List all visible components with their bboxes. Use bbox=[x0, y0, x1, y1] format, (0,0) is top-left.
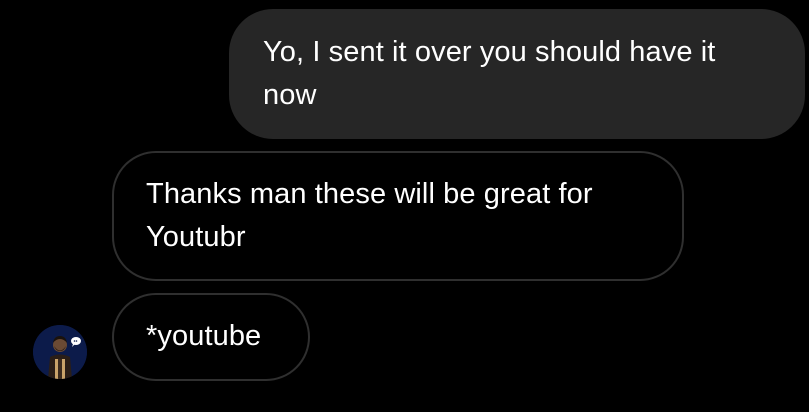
person-avatar-icon bbox=[33, 325, 87, 379]
received-message-bubble[interactable]: Thanks man these will be great for Youtu… bbox=[112, 151, 684, 281]
message-text: *youtube bbox=[146, 320, 262, 352]
avatar[interactable] bbox=[33, 325, 87, 379]
received-message-bubble[interactable]: *youtube bbox=[112, 293, 310, 381]
sent-message-bubble[interactable]: Yo, I sent it over you should have it no… bbox=[229, 9, 805, 139]
message-text: Thanks man these will be great for Youtu… bbox=[146, 178, 593, 253]
message-text: Yo, I sent it over you should have it no… bbox=[263, 36, 716, 111]
